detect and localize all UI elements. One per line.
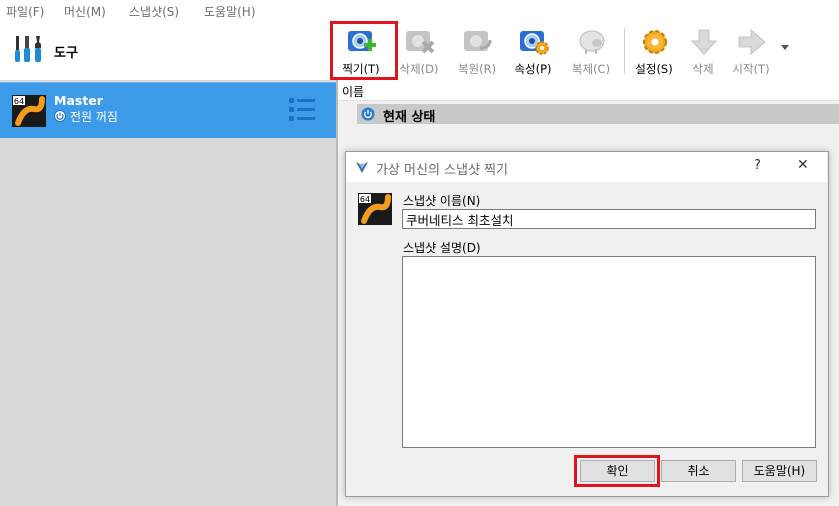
dialog-title-bar[interactable]: 가상 머신의 스냅샷 찍기 ? ✕ bbox=[346, 152, 827, 182]
ok-button[interactable]: 확인 bbox=[580, 460, 655, 482]
camera-add-icon bbox=[348, 31, 376, 51]
menu-snapshot[interactable]: 스냅샷(S) bbox=[129, 3, 179, 20]
vm-name: Master bbox=[54, 93, 103, 108]
menu-machine[interactable]: 머신(M) bbox=[64, 3, 106, 20]
vm-list bbox=[0, 80, 336, 506]
current-state-label: 현재 상태 bbox=[383, 110, 436, 125]
vm-os-icon: 64 bbox=[12, 95, 46, 127]
vm-arch-badge: 64 bbox=[14, 97, 24, 106]
snapshot-name-label: 스냅샷 이름(N) bbox=[403, 194, 481, 208]
start-button[interactable]: 시작(T) bbox=[723, 26, 779, 78]
camera-delete-icon bbox=[406, 31, 435, 54]
power-off-icon bbox=[54, 110, 66, 122]
name-column-header[interactable]: 이름 bbox=[338, 80, 839, 101]
settings-label: 설정(S) bbox=[635, 62, 673, 76]
snapshot-description-input[interactable] bbox=[402, 256, 816, 448]
restore-snapshot-button[interactable]: 복원(R) bbox=[449, 26, 505, 78]
tools-icon bbox=[15, 36, 41, 62]
settings-button[interactable]: 설정(S) bbox=[626, 26, 682, 78]
virtualbox-icon bbox=[356, 162, 368, 173]
vm-menu-icon[interactable] bbox=[289, 97, 315, 123]
close-icon[interactable]: ✕ bbox=[797, 157, 809, 173]
dialog-vm-arch-badge: 64 bbox=[360, 195, 370, 204]
snapshot-name-input[interactable] bbox=[402, 209, 816, 229]
snapshot-properties-label: 속성(P) bbox=[514, 62, 552, 76]
menu-help[interactable]: 도움말(H) bbox=[204, 3, 256, 20]
camera-gear-icon bbox=[520, 31, 549, 55]
delete-snapshot-button[interactable]: 삭제(D) bbox=[391, 26, 447, 78]
take-snapshot-button[interactable]: 찍기(T) bbox=[333, 26, 389, 78]
clone-button[interactable]: 복제(C) bbox=[563, 26, 619, 78]
start-label: 시작(T) bbox=[732, 62, 770, 76]
cancel-button[interactable]: 취소 bbox=[661, 460, 736, 482]
gear-icon bbox=[643, 30, 667, 54]
camera-restore-icon bbox=[464, 31, 492, 51]
tools-label: 도구 bbox=[54, 46, 78, 61]
delete-snapshot-label: 삭제(D) bbox=[399, 62, 439, 76]
arrow-down-icon bbox=[690, 29, 718, 55]
arrow-right-icon bbox=[738, 28, 766, 56]
dialog-title: 가상 머신의 스냅샷 찍기 bbox=[376, 163, 508, 178]
menu-bar: 파일(F) 머신(M) 스냅샷(S) 도움말(H) bbox=[0, 0, 839, 22]
clone-label: 복제(C) bbox=[571, 62, 611, 76]
vm-list-item-master[interactable]: 64 Master 전원 꺼짐 bbox=[0, 82, 336, 138]
take-snapshot-label: 찍기(T) bbox=[342, 62, 380, 76]
restore-snapshot-label: 복원(R) bbox=[457, 62, 497, 76]
help-button[interactable]: 도움말(H) bbox=[742, 460, 817, 482]
menu-file[interactable]: 파일(F) bbox=[6, 3, 44, 20]
power-state-icon bbox=[361, 107, 375, 121]
help-icon[interactable]: ? bbox=[754, 158, 761, 173]
sheep-icon bbox=[579, 30, 605, 54]
current-state-row[interactable]: 현재 상태 bbox=[357, 104, 839, 125]
chevron-down-icon[interactable] bbox=[781, 45, 789, 51]
snapshot-properties-button[interactable]: 속성(P) bbox=[505, 26, 561, 78]
tools-header[interactable]: 도구 bbox=[0, 22, 337, 80]
snapshot-description-label: 스냅샷 설명(D) bbox=[403, 241, 481, 255]
vm-state: 전원 꺼짐 bbox=[70, 110, 118, 124]
dialog-vm-icon: 64 bbox=[358, 193, 392, 225]
toolbar-separator bbox=[624, 28, 625, 74]
name-column-label: 이름 bbox=[342, 85, 365, 99]
